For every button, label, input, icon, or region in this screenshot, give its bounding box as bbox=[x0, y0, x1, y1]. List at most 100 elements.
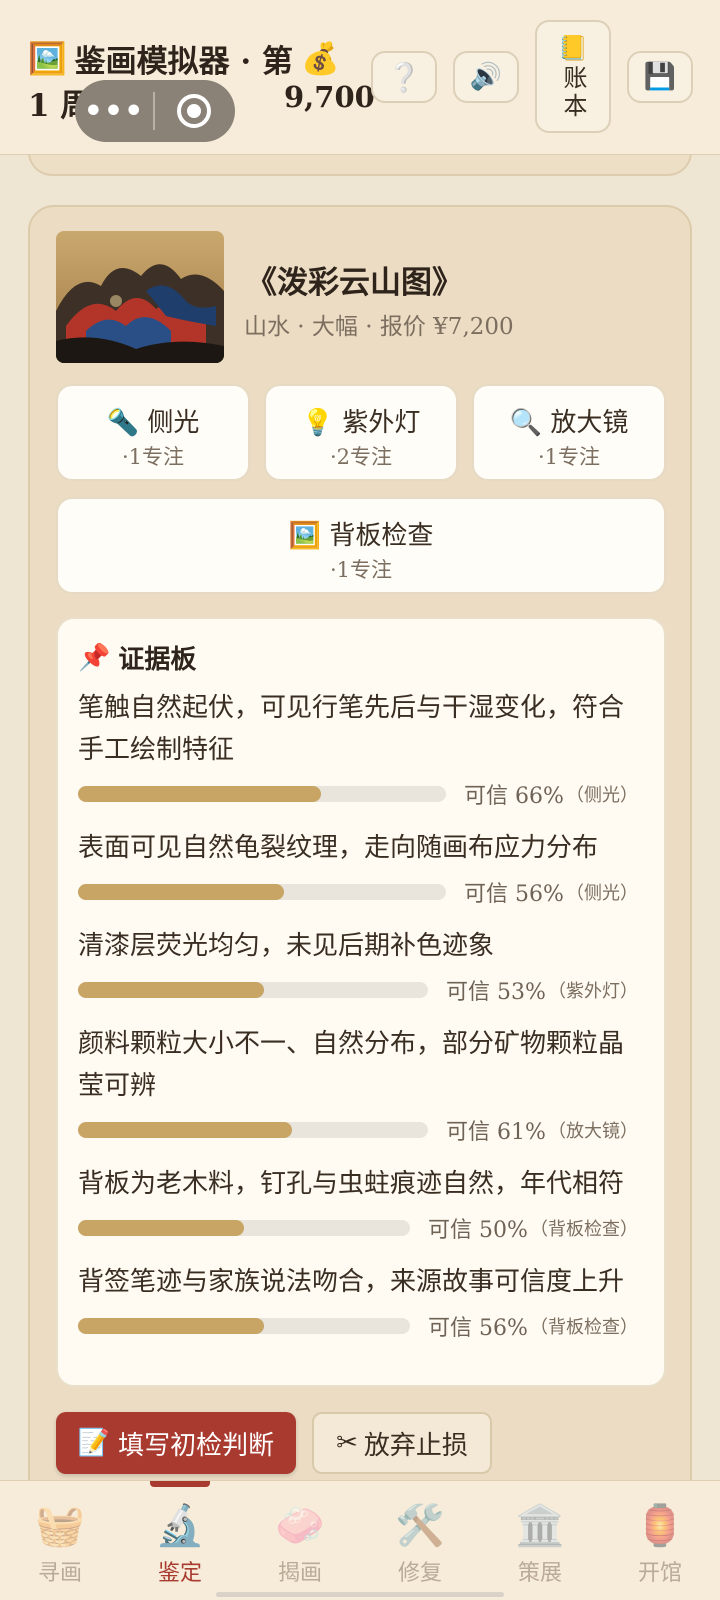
artwork-subtitle: 山水 · 大幅 · 报价 ¥7,200 bbox=[244, 314, 514, 340]
soap-icon: 🧼 bbox=[275, 1503, 325, 1549]
evidence-text: 清漆层荧光均匀，未见后期补色迹象 bbox=[78, 931, 495, 961]
money-bag-icon: 💰 bbox=[301, 41, 340, 77]
home-indicator bbox=[216, 1592, 504, 1597]
tool-cost: ·1专注 bbox=[121, 445, 185, 469]
bottom-nav: 🧺 寻画 🔬 鉴定 🧼 揭画 🛠️ 修复 🏛️ 策展 🏮 开馆 bbox=[0, 1480, 720, 1600]
nav-tab-open[interactable]: 🏮 开馆 bbox=[600, 1501, 720, 1587]
artwork-thumbnail[interactable] bbox=[56, 231, 224, 363]
framed-picture-icon: 🖼️ bbox=[288, 521, 322, 551]
confidence-label: 可信 56% bbox=[464, 882, 564, 907]
tool-name: 💡 紫外灯 bbox=[301, 408, 421, 438]
confidence-bar bbox=[78, 786, 446, 802]
tool-backboard-check-button[interactable]: 🖼️ 背板检查 ·1专注 bbox=[56, 497, 666, 594]
painting-icon: 🖼️ bbox=[28, 41, 67, 77]
tool-cost: ·2专注 bbox=[329, 445, 393, 469]
evidence-item: 背签笔迹与家族说法吻合，来源故事可信度上升 可信 56% （背板检查） bbox=[78, 1261, 638, 1343]
scissors-icon: ✂ bbox=[336, 1428, 358, 1458]
tool-magnifier-button[interactable]: 🔍 放大镜 ·1专注 bbox=[472, 384, 666, 481]
evidence-board: 📌 证据板 笔触自然起伏，可见行笔先后与干湿变化，符合手工绘制特征 可信 66%… bbox=[56, 617, 666, 1387]
lantern-icon: 🏮 bbox=[635, 1503, 685, 1549]
active-tab-indicator bbox=[150, 1481, 210, 1487]
evidence-item: 清漆层荧光均匀，未见后期补色迹象 可信 53% （紫外灯） bbox=[78, 925, 638, 1007]
confidence-bar bbox=[78, 1318, 410, 1334]
confidence-bar bbox=[78, 1220, 410, 1236]
confidence-label: 可信 53% bbox=[446, 980, 546, 1005]
nav-tab-restore[interactable]: 🛠️ 修复 bbox=[360, 1501, 480, 1587]
evidence-item: 表面可见自然龟裂纹理，走向随画布应力分布 可信 56% （侧光） bbox=[78, 827, 638, 909]
abandon-stop-loss-button[interactable]: ✂ 放弃止损 bbox=[312, 1412, 492, 1474]
floppy-disk-icon: 💾 bbox=[643, 62, 677, 92]
nav-tab-appraise[interactable]: 🔬 鉴定 bbox=[120, 1501, 240, 1587]
flashlight-icon: 🔦 bbox=[106, 408, 140, 438]
nav-label: 修复 bbox=[397, 1561, 442, 1586]
tools-icon: 🛠️ bbox=[395, 1503, 445, 1549]
evidence-source: （侧光） bbox=[566, 883, 638, 904]
confidence-label: 可信 56% bbox=[428, 1316, 528, 1341]
speaker-icon: 🔊 bbox=[469, 62, 503, 92]
tool-side-light-button[interactable]: 🔦 侧光 ·1专注 bbox=[56, 384, 250, 481]
nav-label: 开馆 bbox=[637, 1561, 682, 1586]
confidence-bar bbox=[78, 982, 428, 998]
evidence-item: 背板为老木料，钉孔与虫蛀痕迹自然，年代相符 可信 50% （背板检查） bbox=[78, 1163, 638, 1245]
sound-button[interactable]: 🔊 bbox=[453, 51, 519, 103]
evidence-source: （放大镜） bbox=[548, 1121, 638, 1142]
nav-tab-unveil[interactable]: 🧼 揭画 bbox=[240, 1501, 360, 1587]
confidence-bar bbox=[78, 1122, 428, 1138]
memo-icon: 📝 bbox=[77, 1428, 111, 1458]
nav-label: 策展 bbox=[517, 1561, 562, 1586]
target-icon bbox=[177, 94, 211, 128]
app-title-text: 鉴画模拟器 · 第 bbox=[74, 44, 293, 80]
evidence-text: 表面可见自然龟裂纹理，走向随画布应力分布 bbox=[78, 833, 599, 863]
confidence-label: 可信 50% bbox=[428, 1218, 528, 1243]
confidence-bar bbox=[78, 884, 446, 900]
confidence-bar-fill bbox=[78, 1220, 244, 1236]
submit-initial-judgment-button[interactable]: 📝 填写初检判断 bbox=[56, 1412, 296, 1474]
confidence-bar-fill bbox=[78, 1122, 292, 1138]
more-menu-button[interactable]: ••• bbox=[75, 80, 153, 142]
nav-label: 寻画 bbox=[37, 1561, 82, 1586]
tool-name: 🔍 放大镜 bbox=[509, 408, 629, 438]
evidence-text: 颜料颗粒大小不一、自然分布，部分矿物颗粒晶莹可辨 bbox=[78, 1029, 625, 1101]
tool-uv-lamp-button[interactable]: 💡 紫外灯 ·2专注 bbox=[264, 384, 458, 481]
tool-name: 🖼️ 背板检查 bbox=[288, 521, 434, 551]
confidence-label: 可信 66% bbox=[464, 784, 564, 809]
notebook-icon: 📒 bbox=[558, 33, 588, 62]
app-title: 🖼️ 鉴画模拟器 · 第 💰 bbox=[28, 36, 340, 81]
nav-label: 鉴定 bbox=[157, 1561, 202, 1586]
evidence-text: 背板为老木料，钉孔与虫蛀痕迹自然，年代相符 bbox=[78, 1169, 625, 1199]
save-button[interactable]: 💾 bbox=[627, 51, 693, 103]
gold-amount: 9,700 bbox=[284, 80, 375, 114]
microscope-icon: 🔬 bbox=[155, 1503, 205, 1549]
magnifier-icon: 🔍 bbox=[509, 408, 543, 438]
nav-tab-find[interactable]: 🧺 寻画 bbox=[0, 1501, 120, 1587]
artwork-title: 《泼彩云山图》 bbox=[246, 265, 463, 301]
help-button[interactable]: ❔ bbox=[371, 51, 437, 103]
ledger-button[interactable]: 📒 账本 bbox=[535, 20, 611, 133]
confidence-bar-fill bbox=[78, 1318, 264, 1334]
nav-tab-curate[interactable]: 🏛️ 策展 bbox=[480, 1501, 600, 1587]
evidence-text: 背签笔迹与家族说法吻合，来源故事可信度上升 bbox=[78, 1267, 625, 1297]
evidence-source: （紫外灯） bbox=[548, 981, 638, 1002]
confidence-bar-fill bbox=[78, 982, 264, 998]
tool-cost: ·1专注 bbox=[537, 445, 601, 469]
museum-icon: 🏛️ bbox=[515, 1503, 565, 1549]
evidence-source: （侧光） bbox=[566, 785, 638, 806]
evidence-source: （背板检查） bbox=[530, 1317, 638, 1338]
ledger-label: 账本 bbox=[559, 64, 587, 121]
question-icon: ❔ bbox=[386, 60, 422, 94]
app-header: 🖼️ 鉴画模拟器 · 第 💰 1 周 9,700 ••• ❔ 🔊 📒 账本 💾 bbox=[0, 0, 720, 155]
pushpin-icon: 📌 bbox=[78, 642, 111, 673]
confidence-bar-fill bbox=[78, 884, 285, 900]
basket-icon: 🧺 bbox=[35, 1503, 85, 1549]
confidence-label: 可信 61% bbox=[446, 1120, 546, 1145]
appraisal-card: 《泼彩云山图》 山水 · 大幅 · 报价 ¥7,200 🔦 侧光 ·1专注 💡 … bbox=[28, 205, 692, 1505]
miniapp-capsule: ••• bbox=[75, 80, 235, 142]
light-bulb-icon: 💡 bbox=[301, 408, 335, 438]
evidence-board-title: 📌 证据板 bbox=[78, 642, 197, 676]
evidence-item: 笔触自然起伏，可见行笔先后与干湿变化，符合手工绘制特征 可信 66% （侧光） bbox=[78, 687, 638, 811]
tool-cost: ·1专注 bbox=[329, 558, 393, 582]
close-miniapp-button[interactable] bbox=[155, 80, 233, 142]
confidence-bar-fill bbox=[78, 786, 321, 802]
tool-name: 🔦 侧光 bbox=[106, 408, 200, 438]
nav-label: 揭画 bbox=[277, 1561, 322, 1586]
